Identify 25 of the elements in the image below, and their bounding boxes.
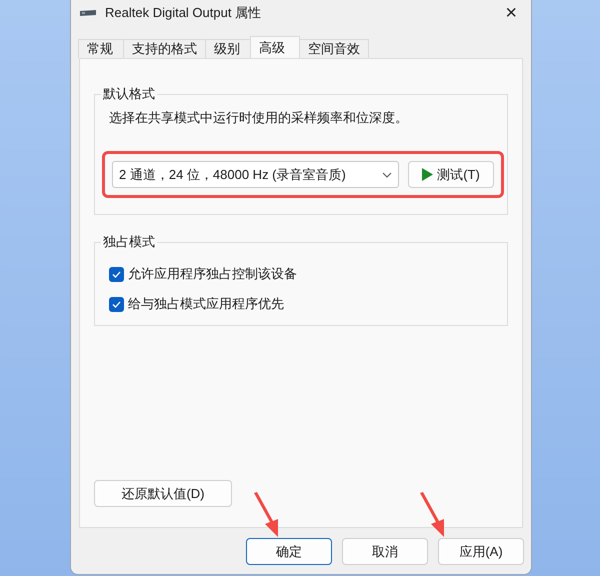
- dialog-button[interactable]: 应用(A): [438, 538, 524, 565]
- restore-defaults-button[interactable]: 还原默认值(D): [94, 480, 232, 507]
- group-title: 独占模式: [102, 233, 156, 251]
- tab[interactable]: 空间音效: [299, 39, 369, 58]
- checkbox[interactable]: [109, 296, 124, 312]
- close-button[interactable]: ×: [499, 3, 523, 23]
- tab[interactable]: 级别: [205, 39, 251, 58]
- tab[interactable]: 支持的格式: [123, 39, 206, 58]
- dialog-button[interactable]: 取消: [342, 538, 428, 565]
- play-icon: [422, 168, 434, 181]
- tab[interactable]: 高级: [250, 36, 300, 58]
- tab[interactable]: 常规: [78, 39, 124, 58]
- test-button[interactable]: 测试(T): [408, 161, 494, 188]
- speaker-device-icon: [79, 8, 97, 18]
- checkbox-label: 允许应用程序独占控制该设备: [128, 265, 297, 283]
- dialog-button[interactable]: 确定: [246, 538, 332, 565]
- format-dropdown[interactable]: 2 通道，24 位，48000 Hz (录音室音质): [112, 161, 399, 188]
- chevron-down-icon: [382, 172, 392, 178]
- description-text: 选择在共享模式中运行时使用的采样频率和位深度。: [109, 109, 409, 127]
- checkmark-icon: [112, 270, 121, 278]
- checkbox-label: 给与独占模式应用程序优先: [128, 295, 284, 313]
- checkbox[interactable]: [109, 266, 124, 282]
- checkmark-icon: [112, 300, 121, 308]
- group-title: 默认格式: [102, 85, 156, 103]
- window-title: Realtek Digital Output 属性: [105, 4, 262, 22]
